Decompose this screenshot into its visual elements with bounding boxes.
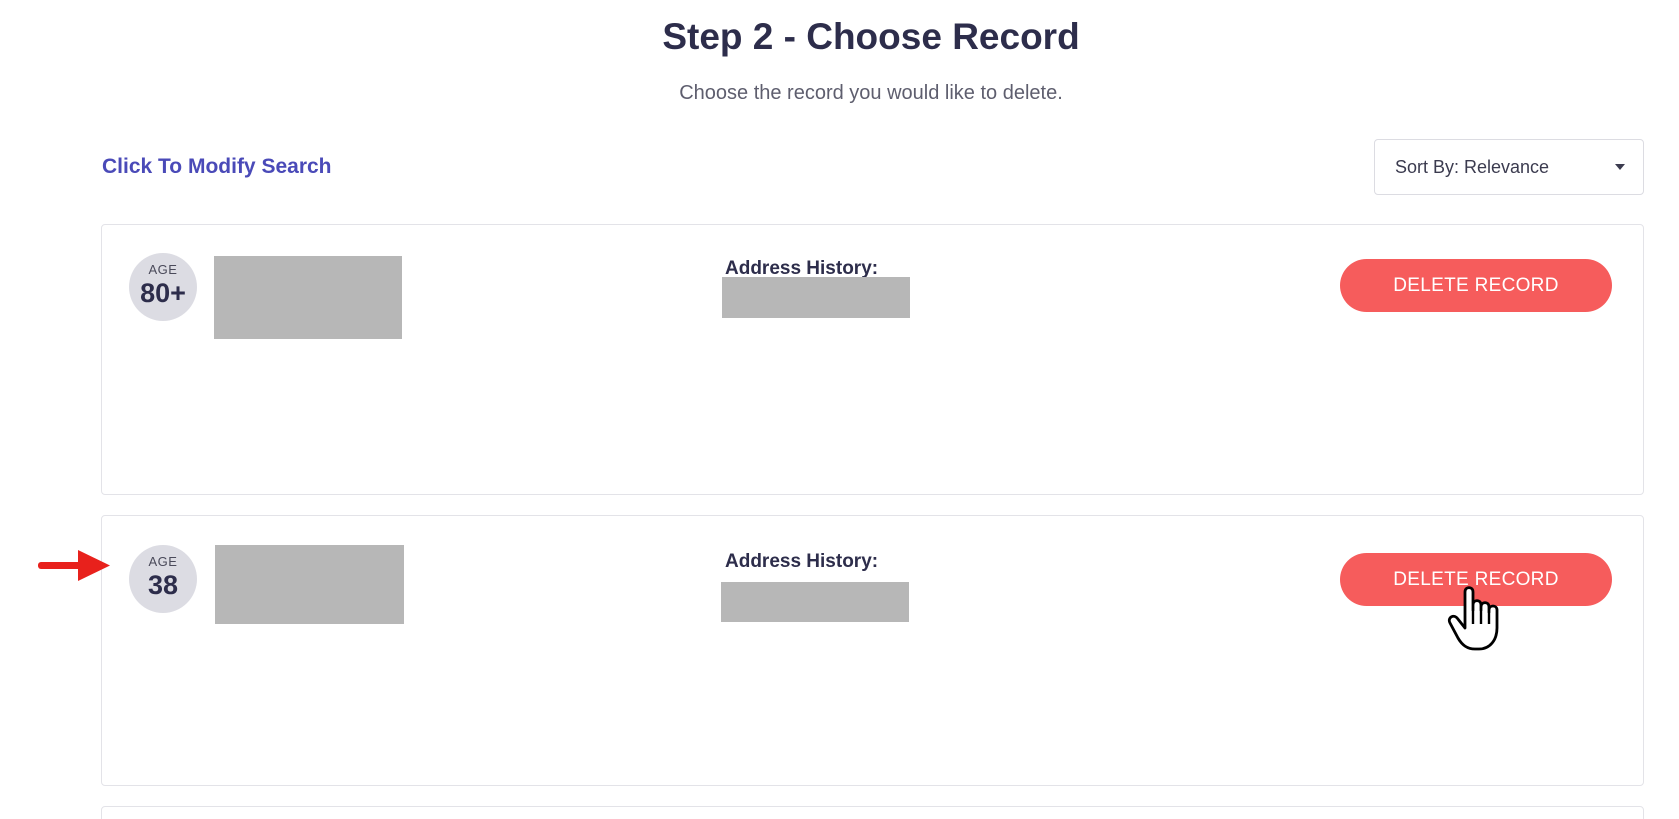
caret-down-icon (1615, 164, 1625, 170)
age-label: AGE (148, 262, 178, 277)
record-card: AGE 80+ Address History: DELETE RECORD (101, 224, 1644, 495)
redacted-address (721, 582, 909, 622)
age-value: 80+ (140, 278, 186, 308)
address-history-label: Address History: (725, 551, 879, 572)
record-card: AGE 38 Address History: DELETE RECORD (101, 515, 1644, 786)
redacted-address (722, 277, 910, 318)
record-card (101, 806, 1644, 819)
age-badge: AGE 80+ (129, 253, 197, 321)
red-arrow-icon (38, 550, 110, 581)
delete-record-button[interactable]: DELETE RECORD (1340, 259, 1612, 312)
page-title: Step 2 - Choose Record (662, 16, 1080, 57)
page-subtitle: Choose the record you would like to dele… (679, 82, 1063, 104)
sort-select[interactable]: Sort By: Relevance (1374, 139, 1644, 195)
redacted-name (215, 545, 404, 624)
age-value: 38 (147, 570, 179, 600)
hand-cursor-icon (1447, 586, 1499, 651)
age-badge: AGE 38 (129, 545, 197, 613)
redacted-name (214, 256, 402, 339)
page: Step 2 - Choose Record Choose the record… (0, 0, 1679, 819)
modify-search-link[interactable]: Click To Modify Search (102, 155, 332, 179)
sort-select-label: Sort By: Relevance (1395, 156, 1550, 177)
age-label: AGE (148, 554, 178, 569)
